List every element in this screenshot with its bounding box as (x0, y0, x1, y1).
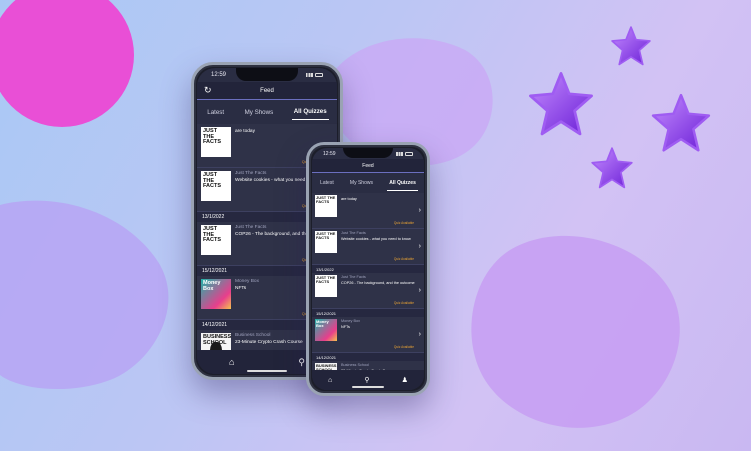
home-indicator (352, 386, 384, 388)
episode-title: are today (341, 197, 357, 201)
chevron-right-icon[interactable]: › (419, 331, 421, 338)
episode-thumbnail: JUST THE FACTS (315, 231, 337, 253)
tab-my-shows[interactable]: My Shows (243, 105, 276, 120)
purple-blob-decoration (0, 200, 169, 390)
episode-info: Business School23-Minute Crypto Crash Co… (337, 363, 421, 370)
quiz-available-badge: Quiz Available (393, 301, 414, 305)
chevron-right-icon[interactable]: › (419, 243, 421, 250)
star-icon-small (591, 147, 633, 189)
show-name: Money Box (341, 319, 360, 323)
episode-thumbnail: JUST THE FACTS (315, 195, 337, 217)
feed-item[interactable]: JUST THE FACTS Just The Facts Website cook… (312, 229, 424, 265)
battery-icon (405, 151, 413, 156)
signal-icon (396, 151, 403, 156)
pink-blob-decoration (0, 0, 134, 127)
date-separator: 14/12/2021 (312, 353, 424, 361)
violet-blob-decoration (471, 235, 680, 428)
star-icon-right (651, 93, 711, 152)
signal-icon (306, 73, 313, 77)
home-icon[interactable]: ⌂ (328, 377, 332, 384)
tab-bar: Latest My Shows All Quizzes (197, 101, 337, 123)
profile-icon[interactable]: ♟ (402, 376, 408, 384)
thumbnail-label: BUSINESS SCHOOL (316, 363, 337, 371)
feed-item[interactable]: JUST THE FACTS are today Quiz Available › (312, 193, 424, 229)
show-name: Business School (341, 363, 370, 367)
episode-title: NFTs (341, 325, 350, 329)
quiz-available-badge: Quiz Available (393, 345, 414, 349)
battery-icon (315, 73, 323, 77)
episode-thumbnail: JUST THE FACTS (315, 275, 337, 297)
tab-all-quizzes[interactable]: All Quizzes (291, 104, 329, 120)
date-separator: 15/12/2021 (312, 309, 424, 317)
app-header: ↻ Feed (197, 82, 337, 100)
feed-item[interactable]: BUSINESS SCHOOLBusiness School23-Minute … (312, 361, 424, 370)
tab-all-quizzes[interactable]: All Quizzes (387, 176, 418, 191)
episode-thumbnail: BUSINESS SCHOOL (201, 333, 231, 350)
notch (236, 68, 298, 81)
show-name: Just The Facts (341, 275, 366, 279)
episode-thumbnail: Money Box (201, 279, 231, 309)
feed-item[interactable]: JUST THE FACTS Just The Facts COP26 - The … (312, 273, 424, 309)
episode-thumbnail: BUSINESS SCHOOL (315, 363, 337, 370)
page-title: Feed (260, 87, 274, 94)
presenter-figure (210, 342, 222, 350)
home-indicator (247, 370, 287, 372)
search-icon[interactable]: ⚲ (298, 357, 305, 368)
feed-item[interactable]: Money Box Money Box NFTs Quiz Available › (312, 317, 424, 353)
refresh-icon[interactable]: ↻ (204, 86, 212, 95)
chevron-right-icon[interactable]: › (419, 287, 421, 294)
episode-thumbnail: JUST THE FACTS (201, 127, 231, 157)
search-icon[interactable]: ⚲ (364, 376, 369, 384)
episode-title: Website cookies - what you need to know (341, 237, 411, 241)
home-icon[interactable]: ⌂ (229, 357, 234, 367)
quiz-available-badge: Quiz Available (393, 221, 414, 225)
app-header: Feed (312, 159, 424, 173)
chevron-right-icon[interactable]: › (419, 207, 421, 214)
tab-latest[interactable]: Latest (205, 105, 226, 120)
page-title: Feed (362, 162, 374, 169)
phone-small-screen: 12:59 Feed Latest My Shows All Quizzes J… (312, 148, 424, 390)
episode-title: COP26 - The background, and the outcome (341, 281, 415, 285)
feed-list: JUST THE FACTSare todayQuiz Available›JU… (312, 193, 424, 370)
episode-thumbnail: JUST THE FACTS (201, 225, 231, 255)
status-time: 12:59 (211, 72, 227, 78)
status-time: 12:59 (323, 150, 336, 157)
tab-bar: Latest My Shows All Quizzes (312, 174, 424, 192)
star-icon-top (611, 26, 651, 66)
tab-my-shows[interactable]: My Shows (348, 176, 375, 190)
quiz-available-badge: Quiz Available (393, 257, 414, 261)
episode-thumbnail: Money Box (315, 319, 337, 341)
episode-thumbnail: JUST THE FACTS (201, 171, 231, 201)
show-name: Just The Facts (341, 231, 366, 235)
star-icon-large (529, 72, 593, 136)
episode-title: are today (235, 129, 256, 134)
tab-latest[interactable]: Latest (318, 176, 336, 190)
date-separator: 13/1/2022 (312, 265, 424, 273)
phone-small: 12:59 Feed Latest My Shows All Quizzes J… (306, 142, 430, 396)
notch (343, 148, 393, 158)
